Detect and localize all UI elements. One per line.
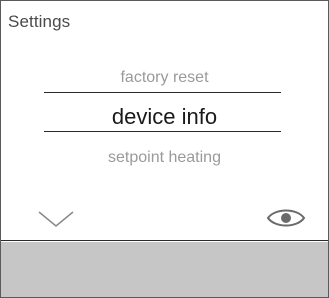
menu-item-device-info-selected[interactable]: device info [1, 104, 328, 130]
selection-divider-bottom [44, 131, 281, 132]
chevron-down-icon [38, 211, 74, 227]
display-screen: Settings factory reset device info setpo… [1, 1, 328, 240]
thermostat-device: Settings factory reset device info setpo… [0, 0, 329, 298]
eye-icon [266, 209, 306, 227]
screen-bottom-divider [1, 240, 328, 241]
page-title: Settings [8, 12, 71, 31]
menu-item-setpoint-heating[interactable]: setpoint heating [1, 149, 328, 167]
bottom-bezel [1, 242, 328, 297]
view-button[interactable] [265, 204, 307, 232]
menu-item-factory-reset[interactable]: factory reset [1, 69, 328, 87]
selection-divider-top [44, 92, 281, 93]
scroll-down-button[interactable] [37, 208, 75, 230]
